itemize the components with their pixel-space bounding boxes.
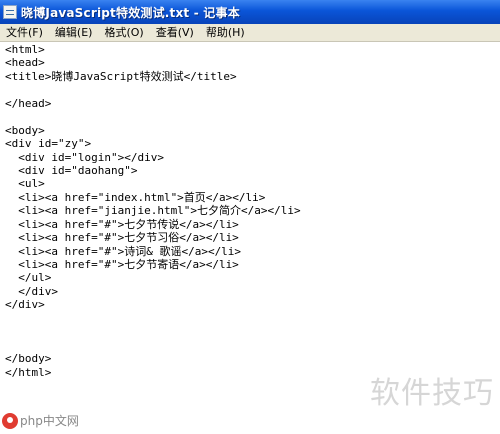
menu-bar: 文件(F) 编辑(E) 格式(O) 查看(V) 帮助(H) (0, 24, 500, 42)
code-line: <li><a href="#">七夕节寄语</a></li> (5, 258, 239, 271)
site-logo: php中文网 (2, 412, 79, 429)
code-line: </body> (5, 352, 52, 366)
code-line: <body> (5, 123, 45, 137)
code-line: <li><a href="#">七夕节传说</a></li> (5, 217, 239, 231)
window-title: 晓博JavaScript特效测试.txt - 记事本 (21, 5, 240, 20)
code-line: </div> (5, 298, 45, 312)
code-line: <title>晓博JavaScript特效测试</title> (5, 69, 237, 83)
menu-view[interactable]: 查看(V) (150, 25, 200, 41)
code-line: </ul> (5, 271, 52, 285)
notepad-icon (3, 5, 17, 19)
code-line: <head> (5, 56, 45, 70)
code-line: <div id="daohang"> (5, 163, 138, 177)
code-line: </head> (5, 96, 52, 110)
code-line: <li><a href="index.html">首页</a></li> (5, 190, 266, 204)
menu-help[interactable]: 帮助(H) (200, 25, 251, 41)
watermark-text: 软件技巧 (370, 376, 494, 411)
code-line: <div id="login"></div> (5, 150, 164, 164)
menu-edit[interactable]: 编辑(E) (49, 25, 99, 41)
menu-format[interactable]: 格式(O) (98, 25, 149, 41)
document-text: <html> <head> <title>晓博JavaScript特效测试</tit… (0, 42, 500, 379)
site-logo-text: php中文网 (20, 414, 79, 428)
title-bar[interactable]: 晓博JavaScript特效测试.txt - 记事本 (0, 0, 500, 24)
code-line: <ul> (5, 177, 45, 191)
code-line: <li><a href="jianjie.html">七夕简介</a></li> (5, 204, 301, 218)
menu-file[interactable]: 文件(F) (0, 25, 49, 41)
code-line: <html> (5, 43, 45, 56)
code-line: </div> (5, 284, 58, 298)
code-line: <div id="zy"> (5, 137, 92, 151)
php-logo-icon (2, 412, 18, 429)
code-line: <li><a href="#">诗词& 歌谣</a></li> (5, 244, 242, 258)
code-line: <li><a href="#">七夕节习俗</a></li> (5, 231, 239, 245)
